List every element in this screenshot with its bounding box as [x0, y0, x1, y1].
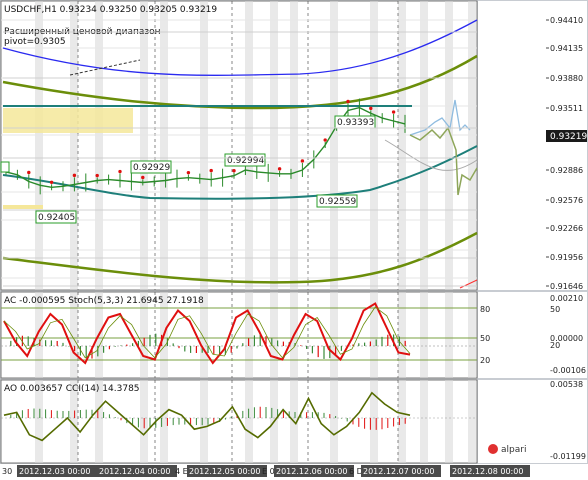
session-band	[160, 1, 168, 290]
trading-terminal-chart: 0.93393 0.92929 0.92994 0.92559 0.92405 …	[0, 0, 588, 480]
session-band	[330, 1, 338, 290]
fractal-marker	[300, 159, 305, 163]
price-axis-label: 0.93880	[550, 74, 583, 83]
fractal-marker	[323, 138, 327, 142]
fractal-marker	[141, 175, 145, 180]
brand-text: alpari	[501, 445, 526, 455]
ac-axis-label: -0.00106	[550, 366, 586, 375]
session-band	[330, 292, 338, 378]
session-band	[370, 1, 378, 290]
chart-canvas[interactable]: 0.93393 0.92929 0.92994 0.92559 0.92405 …	[0, 0, 588, 480]
session-band	[95, 1, 103, 290]
price-axis-label: 0.92576	[550, 196, 583, 205]
price-axis-label: 0.93511	[550, 104, 583, 113]
price-label-0-93393: 0.93393	[334, 115, 376, 129]
session-band	[420, 292, 428, 378]
session-band	[245, 1, 253, 290]
price-label-0-92929: 0.92929	[130, 160, 172, 174]
price-axis-label: 0.94410	[550, 16, 583, 25]
session-band	[468, 292, 476, 378]
time-label: 6 D	[349, 467, 363, 476]
price-axis-label: 0.94135	[550, 44, 583, 53]
ao-axis-label: 0.00538	[550, 380, 583, 389]
time-label: 2012.12.06 00:00	[276, 467, 347, 476]
fractal-marker	[27, 170, 31, 175]
chart-title: USDCHF,H1 0.93234 0.93250 0.93205 0.9321…	[4, 5, 217, 15]
price-label-0-92559: 0.92559	[316, 194, 358, 208]
stoch-level-label: 20	[480, 356, 490, 365]
session-band	[270, 1, 278, 290]
fractal-marker	[72, 173, 77, 178]
fractal-marker	[118, 169, 122, 174]
price-label-text: 0.92559	[319, 197, 356, 207]
session-band	[398, 1, 406, 290]
alpari-logo-icon	[488, 444, 498, 454]
fractal-marker	[49, 180, 54, 184]
ao-title: AO 0.003657 CCI(14) 14.3785	[4, 384, 140, 394]
fractal-marker	[277, 167, 282, 171]
session-band	[398, 292, 406, 378]
current-price-text: 0.93219	[550, 132, 587, 142]
price-axis-label: 0.91646	[550, 282, 583, 291]
session-band	[200, 1, 208, 290]
time-label: 2012.12.05 00:00	[189, 467, 260, 476]
range-highlight-small	[3, 205, 43, 209]
time-label: 2012.12.03 00:00	[19, 467, 90, 476]
price-axis-label: 0.92266	[550, 224, 583, 233]
stoch-level-label: 50	[480, 334, 490, 343]
price-axis-label: 0.91956	[550, 253, 583, 262]
fractal-marker	[95, 173, 99, 178]
time-label: 2012.12.07 00:00	[363, 467, 434, 476]
time-label: 2012.12.08 00:00	[452, 467, 523, 476]
time-label: 2012.12.04 00:00	[99, 467, 170, 476]
session-band	[270, 292, 278, 378]
session-band	[468, 380, 476, 463]
price-label-0-92405: 0.92405	[35, 210, 77, 224]
session-band	[445, 292, 453, 378]
session-band	[290, 1, 298, 290]
time-label: 30	[2, 467, 12, 476]
price-axis-label: 0.92886	[550, 166, 583, 175]
fractal-marker	[186, 170, 191, 175]
session-band	[245, 292, 253, 378]
session-band	[70, 1, 78, 290]
alpari-logo: alpari	[488, 444, 526, 455]
session-band	[330, 380, 338, 463]
fractal-marker	[346, 99, 350, 104]
session-band	[200, 380, 208, 463]
session-band	[140, 1, 148, 290]
price-label-text: 0.92405	[38, 213, 75, 223]
session-band	[245, 380, 253, 463]
edge-label-box	[0, 161, 10, 173]
session-band	[468, 1, 476, 290]
ao-axis-label: -0.01199	[550, 452, 586, 461]
price-label-text: 0.93393	[337, 118, 374, 128]
price-label-0-92994: 0.92994	[224, 153, 266, 167]
ac-axis-label: 0.00210	[550, 294, 583, 303]
ac-title: AC -0.000595 Stoch(5,3,3) 21.6945 27.191…	[4, 296, 204, 306]
ac-axis-label: 20	[550, 341, 560, 350]
fractal-marker	[232, 169, 236, 173]
fractal-marker	[391, 110, 396, 114]
pivot-caption: pivot=0.9305	[4, 37, 66, 47]
session-band	[445, 380, 453, 463]
range-highlight	[3, 108, 133, 133]
time-axis-labels: 30 2012.12.03 00:00 2012.12.04 00:00 4 E 201…	[2, 465, 530, 477]
session-band	[420, 380, 428, 463]
time-label: 4 E	[175, 467, 188, 476]
ac-axis-label: 50	[550, 305, 560, 314]
fractal-marker	[209, 168, 213, 173]
fractal-marker	[369, 106, 373, 111]
price-label-text: 0.92929	[133, 163, 170, 173]
stoch-level-label: 80	[480, 305, 490, 314]
